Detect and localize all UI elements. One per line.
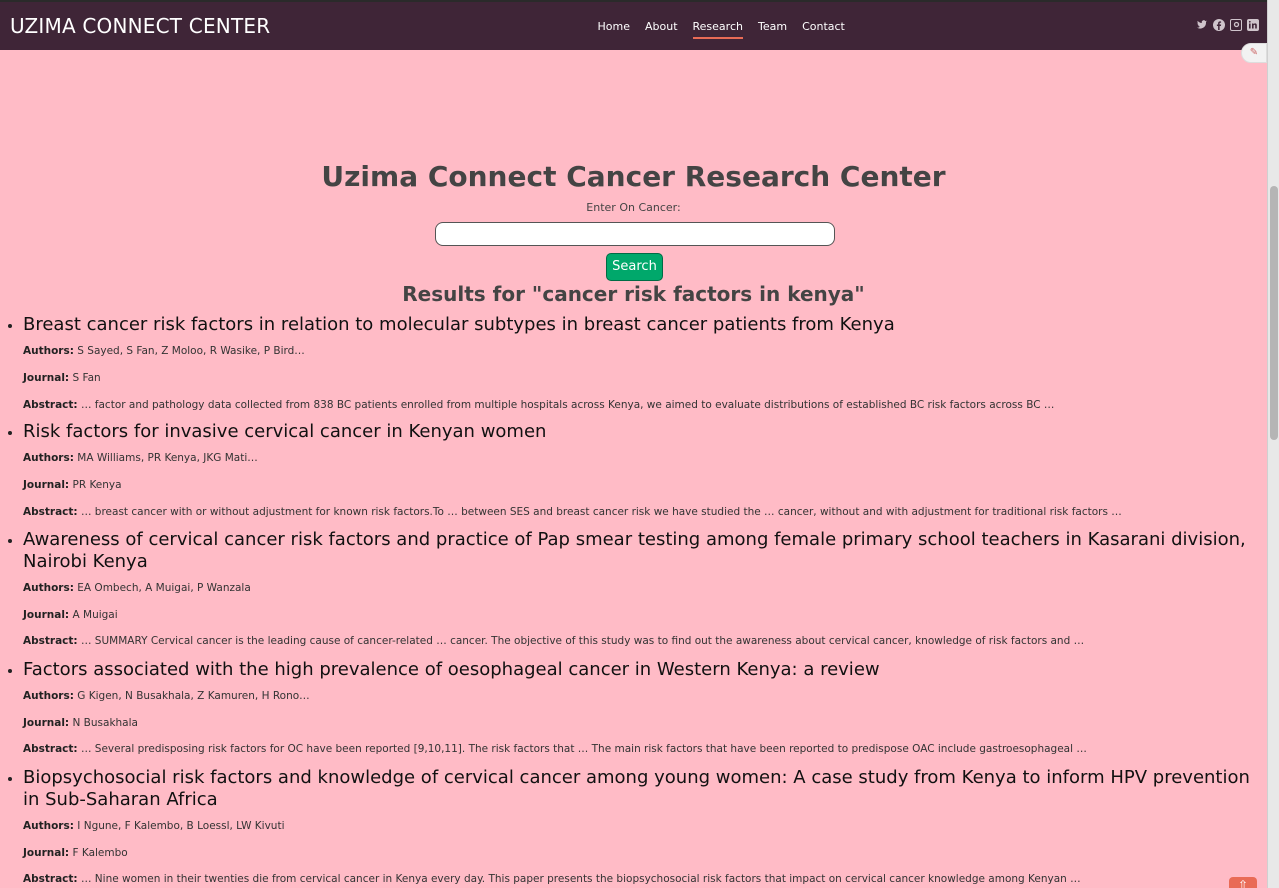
abstract-label: Abstract: <box>23 635 78 647</box>
abstract-label: Abstract: <box>23 506 78 518</box>
journal-value: A Muigai <box>72 609 118 621</box>
result-authors: Authors: MA Williams, PR Kenya, JKG Mati… <box>23 452 258 464</box>
abstract-value: … breast cancer with or without adjustme… <box>80 506 1122 518</box>
result-abstract: Abstract: … Nine women in their twenties… <box>23 873 1081 885</box>
abstract-value: … factor and pathology data collected fr… <box>80 399 1055 411</box>
abstract-label: Abstract: <box>23 873 78 885</box>
bullet-icon <box>8 669 12 673</box>
nav-contact[interactable]: Contact <box>802 16 845 37</box>
search-input[interactable] <box>435 222 835 246</box>
journal-value: F Kalembo <box>72 847 128 859</box>
journal-label: Journal: <box>23 847 70 859</box>
page-title: Uzima Connect Cancer Research Center <box>321 160 946 193</box>
journal-value: PR Kenya <box>72 479 122 491</box>
scrollbar-thumb[interactable] <box>1270 186 1278 440</box>
authors-value: S Sayed, S Fan, Z Moloo, R Wasike, P Bir… <box>77 345 305 357</box>
top-navbar: UZIMA CONNECT CENTER Home About Research… <box>0 0 1267 50</box>
main-nav: Home About Research Team Contact <box>590 2 852 50</box>
abstract-value: … Nine women in their twenties die from … <box>80 873 1081 885</box>
result-journal: Journal: A Muigai <box>23 609 118 621</box>
bullet-icon <box>8 539 12 543</box>
result-title[interactable]: Awareness of cervical cancer risk factor… <box>23 529 1265 573</box>
extension-badge-icon[interactable]: ✎ <box>1241 43 1267 63</box>
journal-label: Journal: <box>23 609 70 621</box>
abstract-value: … SUMMARY Cervical cancer is the leading… <box>80 635 1085 647</box>
result-title[interactable]: Risk factors for invasive cervical cance… <box>23 421 1265 443</box>
arrow-up-icon: ⇧ <box>1237 878 1249 888</box>
facebook-icon[interactable] <box>1213 19 1225 31</box>
instagram-icon[interactable] <box>1230 19 1242 31</box>
result-title[interactable]: Biopsychosocial risk factors and knowled… <box>23 767 1265 811</box>
site-brand[interactable]: UZIMA CONNECT CENTER <box>10 14 270 38</box>
authors-label: Authors: <box>23 690 74 702</box>
authors-value: EA Ombech, A Muigai, P Wanzala <box>77 582 251 594</box>
result-abstract: Abstract: … breast cancer with or withou… <box>23 506 1122 518</box>
bullet-icon <box>8 431 12 435</box>
result-authors: Authors: S Sayed, S Fan, Z Moloo, R Wasi… <box>23 345 305 357</box>
result-abstract: Abstract: … Several predisposing risk fa… <box>23 743 1087 755</box>
abstract-value: … Several predisposing risk factors for … <box>80 743 1087 755</box>
journal-label: Journal: <box>23 717 70 729</box>
authors-label: Authors: <box>23 582 74 594</box>
bullet-icon <box>8 324 12 328</box>
abstract-label: Abstract: <box>23 743 78 755</box>
result-abstract: Abstract: … factor and pathology data co… <box>23 399 1054 411</box>
nav-research[interactable]: Research <box>692 16 744 39</box>
result-journal: Journal: F Kalembo <box>23 847 128 859</box>
result-title[interactable]: Factors associated with the high prevale… <box>23 659 1265 681</box>
result-journal: Journal: N Busakhala <box>23 717 138 729</box>
journal-value: S Fan <box>72 372 101 384</box>
scroll-to-top-button[interactable]: ⇧ <box>1229 877 1257 888</box>
result-journal: Journal: PR Kenya <box>23 479 122 491</box>
twitter-icon[interactable] <box>1196 19 1208 31</box>
abstract-label: Abstract: <box>23 399 78 411</box>
search-label: Enter On Cancer: <box>586 201 681 214</box>
authors-value: MA Williams, PR Kenya, JKG Mati… <box>77 452 258 464</box>
social-links <box>1196 19 1259 31</box>
nav-team[interactable]: Team <box>758 16 787 37</box>
result-authors: Authors: G Kigen, N Busakhala, Z Kamuren… <box>23 690 310 702</box>
authors-label: Authors: <box>23 452 74 464</box>
authors-label: Authors: <box>23 345 74 357</box>
results-heading: Results for "cancer risk factors in keny… <box>402 282 865 306</box>
bullet-icon <box>8 777 12 781</box>
journal-label: Journal: <box>23 479 70 491</box>
result-abstract: Abstract: … SUMMARY Cervical cancer is t… <box>23 635 1084 647</box>
result-journal: Journal: S Fan <box>23 372 101 384</box>
linkedin-icon[interactable] <box>1247 19 1259 31</box>
journal-value: N Busakhala <box>72 717 138 729</box>
nav-home[interactable]: Home <box>598 16 630 37</box>
nav-about[interactable]: About <box>645 16 678 37</box>
page-scrollbar[interactable] <box>1267 0 1279 888</box>
authors-value: G Kigen, N Busakhala, Z Kamuren, H Rono… <box>77 690 310 702</box>
result-authors: Authors: EA Ombech, A Muigai, P Wanzala <box>23 582 251 594</box>
authors-value: I Ngune, F Kalembo, B Loessl, LW Kivuti <box>77 820 285 832</box>
authors-label: Authors: <box>23 820 74 832</box>
journal-label: Journal: <box>23 372 70 384</box>
result-title[interactable]: Breast cancer risk factors in relation t… <box>23 314 1265 336</box>
search-button[interactable]: Search <box>606 253 663 281</box>
result-authors: Authors: I Ngune, F Kalembo, B Loessl, L… <box>23 820 285 832</box>
